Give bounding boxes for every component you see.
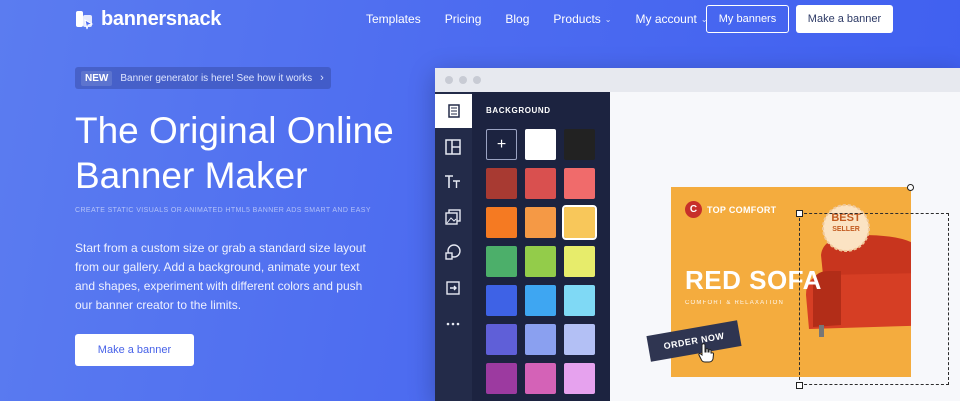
color-swatch[interactable] — [564, 246, 595, 277]
shapes-icon[interactable] — [444, 243, 462, 261]
color-swatch[interactable] — [562, 205, 597, 240]
color-swatch[interactable] — [525, 285, 556, 316]
color-swatch[interactable] — [564, 363, 595, 394]
layout-icon[interactable] — [444, 138, 462, 156]
hand-cursor-icon — [698, 343, 714, 363]
more-icon[interactable] — [444, 315, 462, 333]
layers-icon[interactable] — [435, 94, 472, 128]
nav-label: Pricing — [444, 12, 482, 26]
new-badge: NEW — [81, 70, 113, 86]
color-swatch[interactable] — [486, 246, 517, 277]
nav-label: Products — [553, 12, 601, 26]
nav-templates[interactable]: Templates — [366, 12, 421, 26]
color-swatch[interactable] — [486, 168, 517, 199]
resize-handle[interactable] — [796, 210, 803, 217]
selection-box[interactable] — [799, 213, 949, 385]
add-color-button[interactable]: + — [486, 129, 517, 160]
nav-blog[interactable]: Blog — [505, 12, 529, 26]
color-swatch[interactable] — [525, 363, 556, 394]
nav-label: Blog — [505, 12, 530, 26]
color-swatch[interactable] — [486, 363, 517, 394]
hero-title-line2: Banner Maker — [75, 155, 308, 196]
color-swatch[interactable] — [525, 168, 556, 199]
color-swatch[interactable] — [564, 168, 595, 199]
banner-canvas[interactable]: C TOP COMFORT BEST SELLER RED SOFA COMFO… — [610, 92, 960, 401]
panel-title: BACKGROUND — [486, 106, 551, 115]
hero-title-line1: The Original Online — [75, 110, 394, 151]
color-swatch[interactable] — [564, 285, 595, 316]
announcement-text: Banner generator is here! See how it wor… — [120, 72, 313, 84]
hero-subtitle: CREATE STATIC VISUALS OR ANIMATED HTML5 … — [75, 207, 371, 214]
color-swatch[interactable] — [525, 324, 556, 355]
color-swatch[interactable] — [525, 207, 556, 238]
window-dot-icon — [445, 76, 453, 84]
color-swatch[interactable] — [486, 285, 517, 316]
chevron-right-icon: › — [320, 72, 324, 84]
window-dot-icon — [459, 76, 467, 84]
logo-text: bannersnack — [101, 8, 222, 30]
color-swatch[interactable] — [564, 129, 595, 160]
hero-description: Start from a custom size or grab a stand… — [75, 241, 366, 312]
brand-name: TOP COMFORT — [707, 204, 777, 215]
color-swatch[interactable] — [525, 129, 556, 160]
brand-logo-icon: C — [685, 201, 702, 218]
text-icon[interactable] — [444, 173, 462, 191]
nav-label: My account — [635, 12, 697, 26]
my-banners-button[interactable]: My banners — [706, 5, 789, 33]
button-icon[interactable] — [444, 279, 462, 297]
nav-my-account[interactable]: My account ⌄ — [635, 12, 707, 26]
color-swatch[interactable] — [525, 246, 556, 277]
nav-pricing[interactable]: Pricing — [445, 12, 482, 26]
rotate-handle[interactable] — [907, 184, 914, 191]
tool-rail — [435, 92, 472, 401]
image-icon[interactable] — [444, 208, 462, 226]
top-navbar: bannersnack Templates Pricing Blog Produ… — [0, 0, 960, 38]
editor-preview: BACKGROUND + C TOP COMFORT BEST SELLER R… — [435, 68, 960, 401]
make-banner-hero-button[interactable]: Make a banner — [75, 334, 194, 366]
chevron-down-icon: ⌄ — [604, 14, 612, 24]
logo[interactable]: bannersnack — [75, 8, 221, 31]
window-dot-icon — [473, 76, 481, 84]
nav-products[interactable]: Products ⌄ — [553, 12, 611, 26]
window-titlebar — [435, 68, 960, 92]
announcement-bar[interactable]: NEW Banner generator is here! See how it… — [75, 67, 331, 89]
nav-label: Templates — [366, 12, 421, 26]
background-panel: BACKGROUND + — [472, 92, 610, 401]
hero-title: The Original Online Banner Maker — [75, 108, 435, 198]
color-swatch[interactable] — [486, 207, 517, 238]
banner-subline: COMFORT & RELAXATION — [685, 300, 785, 306]
banner-brand: C TOP COMFORT — [685, 201, 776, 218]
color-swatch[interactable] — [564, 324, 595, 355]
resize-handle[interactable] — [796, 382, 803, 389]
logo-icon — [76, 10, 94, 29]
make-banner-header-button[interactable]: Make a banner — [796, 5, 893, 33]
main-nav: Templates Pricing Blog Products ⌄ My acco… — [366, 12, 732, 26]
color-swatch[interactable] — [486, 324, 517, 355]
